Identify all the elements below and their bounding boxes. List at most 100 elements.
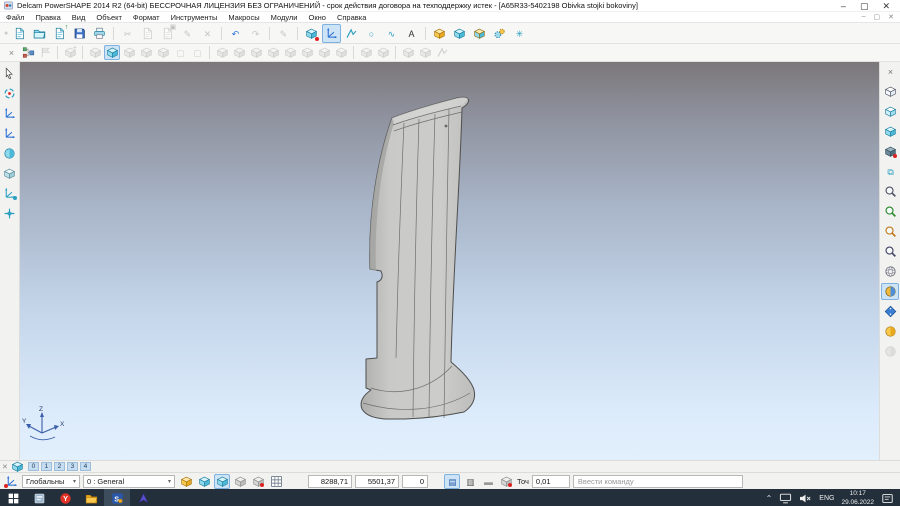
- level-tab-4[interactable]: 4: [80, 462, 91, 471]
- format-painter-icon[interactable]: ✎: [178, 24, 197, 43]
- start-button[interactable]: [0, 489, 26, 506]
- select-cursor-icon[interactable]: [1, 65, 19, 82]
- create-feature-icon[interactable]: [470, 24, 489, 43]
- volume-muted-icon[interactable]: [799, 493, 812, 504]
- cut-icon[interactable]: ✂: [118, 24, 137, 43]
- close-view-toolbar-icon[interactable]: ×: [881, 63, 899, 80]
- assembly-icon[interactable]: [490, 24, 509, 43]
- workplane-status-icon[interactable]: [3, 474, 19, 489]
- solid-revolution-icon[interactable]: [121, 45, 137, 60]
- menu-item-view[interactable]: Вид: [72, 13, 86, 22]
- display-icon[interactable]: [779, 493, 792, 504]
- minimize-button[interactable]: –: [841, 1, 846, 11]
- create-arc-icon[interactable]: ○: [362, 24, 381, 43]
- add-solid-feature-icon[interactable]: +: [62, 45, 78, 60]
- solid-boundary-offset-icon[interactable]: ▢: [189, 45, 205, 60]
- solid-fillet-icon[interactable]: [265, 45, 281, 60]
- paste-icon[interactable]: ▣: [158, 24, 177, 43]
- create-surface-icon[interactable]: [430, 24, 449, 43]
- create-text-icon[interactable]: A: [402, 24, 421, 43]
- zoom-full-icon[interactable]: [881, 203, 899, 220]
- dynamic-sectioning-icon[interactable]: [881, 303, 899, 320]
- calculator-icon[interactable]: ▬: [480, 474, 496, 489]
- solid-pattern-icon[interactable]: [358, 45, 374, 60]
- menu-item-modules[interactable]: Модули: [271, 13, 298, 22]
- level-filter-surfaces-icon[interactable]: [178, 474, 194, 489]
- language-indicator[interactable]: ENG: [819, 495, 834, 502]
- level-tab-1[interactable]: 1: [41, 462, 52, 471]
- level-filter-active-icon[interactable]: [214, 474, 230, 489]
- delete-icon[interactable]: ✕: [198, 24, 217, 43]
- redo-icon[interactable]: ↷: [246, 24, 265, 43]
- create-curve-icon[interactable]: ∿: [382, 24, 401, 43]
- menu-item-file[interactable]: Файл: [6, 13, 24, 22]
- viewport-canvas[interactable]: Z X Y: [20, 62, 879, 460]
- notification-center-icon[interactable]: [881, 493, 894, 504]
- view-shaded-wire-icon[interactable]: [881, 323, 899, 340]
- open-model-icon[interactable]: [30, 24, 49, 43]
- item-detail-view-icon[interactable]: ▥: [462, 474, 478, 489]
- level-selector[interactable]: 0 : General ▾: [83, 475, 175, 488]
- new-model-icon[interactable]: [10, 24, 29, 43]
- level-tab-2[interactable]: 2: [54, 462, 65, 471]
- levels-palette-icon[interactable]: [10, 459, 26, 474]
- scale-view-globe-icon[interactable]: [1, 145, 19, 162]
- workplane-edit-icon[interactable]: [1, 125, 19, 142]
- dynamic-rotate-view-icon[interactable]: [1, 85, 19, 102]
- solid-chamfer-icon[interactable]: [282, 45, 298, 60]
- solid-morph-icon[interactable]: [400, 45, 416, 60]
- viewport-3d[interactable]: Z X Y: [20, 62, 879, 460]
- solid-history-tree-icon[interactable]: [20, 45, 36, 60]
- position-point-icon[interactable]: [1, 205, 19, 222]
- tool-options-icon[interactable]: [498, 474, 514, 489]
- solid-intersect-icon[interactable]: [248, 45, 264, 60]
- tolerance-field[interactable]: 0,01: [532, 475, 570, 488]
- smart-cursor-icon[interactable]: [1, 185, 19, 202]
- dynamic-section-icon[interactable]: [302, 24, 321, 43]
- menu-item-window[interactable]: Окно: [309, 13, 326, 22]
- task-view-app[interactable]: [26, 489, 52, 506]
- powershape-app[interactable]: S: [104, 489, 130, 506]
- solid-hollow-icon[interactable]: [299, 45, 315, 60]
- snap-filter-icon[interactable]: [250, 474, 266, 489]
- model-obivka-stojki-bokoviny[interactable]: [361, 97, 475, 419]
- solid-split-icon[interactable]: [333, 45, 349, 60]
- close-toolbar-icon[interactable]: ×: [3, 45, 19, 60]
- solid-wrap-icon[interactable]: [417, 45, 433, 60]
- zoom-rotate-icon[interactable]: [881, 223, 899, 240]
- save-model-icon[interactable]: [70, 24, 89, 43]
- mdi-restore-button[interactable]: ▢: [874, 13, 881, 21]
- toolbar-grip[interactable]: ●: [4, 30, 8, 37]
- copy-icon[interactable]: [138, 24, 157, 43]
- level-filter-locked-icon[interactable]: [232, 474, 248, 489]
- edit-sketch-icon[interactable]: ✎: [274, 24, 293, 43]
- view-along-axis-icon[interactable]: [881, 143, 899, 160]
- level-filter-solids-icon[interactable]: [196, 474, 212, 489]
- cursor-y-field[interactable]: 5501,37: [355, 475, 399, 488]
- cursor-x-field[interactable]: 8288,71: [308, 475, 352, 488]
- item-list-view-icon[interactable]: ▤: [444, 474, 460, 489]
- import-file-icon[interactable]: ↑: [50, 24, 69, 43]
- workplane-mode-icon[interactable]: [322, 24, 341, 43]
- menu-item-object[interactable]: Объект: [96, 13, 122, 22]
- solid-draft-icon[interactable]: [316, 45, 332, 60]
- solid-box-icon[interactable]: [87, 45, 103, 60]
- view-shaded-icon[interactable]: [881, 283, 899, 300]
- file-explorer[interactable]: [78, 489, 104, 506]
- solid-from-surface-icon[interactable]: [138, 45, 154, 60]
- levels-close-button[interactable]: ✕: [2, 463, 8, 471]
- menu-item-tools[interactable]: Инструменты: [171, 13, 218, 22]
- solid-cut-icon[interactable]: [155, 45, 171, 60]
- solid-union-icon[interactable]: [214, 45, 230, 60]
- zoom-cursor-icon[interactable]: [881, 183, 899, 200]
- view-iso-half-icon[interactable]: [881, 103, 899, 120]
- level-tab-0[interactable]: 0: [28, 462, 39, 471]
- workplane-block-icon[interactable]: [1, 165, 19, 182]
- solid-extrusion-icon[interactable]: [104, 45, 120, 60]
- solid-subtract-icon[interactable]: [231, 45, 247, 60]
- view-wireframe-icon[interactable]: [881, 263, 899, 280]
- menu-item-format[interactable]: Формат: [133, 13, 160, 22]
- print-icon[interactable]: [90, 24, 109, 43]
- taskbar-clock[interactable]: 10:17 29.06.2022: [841, 490, 874, 506]
- menu-item-macros[interactable]: Макросы: [228, 13, 259, 22]
